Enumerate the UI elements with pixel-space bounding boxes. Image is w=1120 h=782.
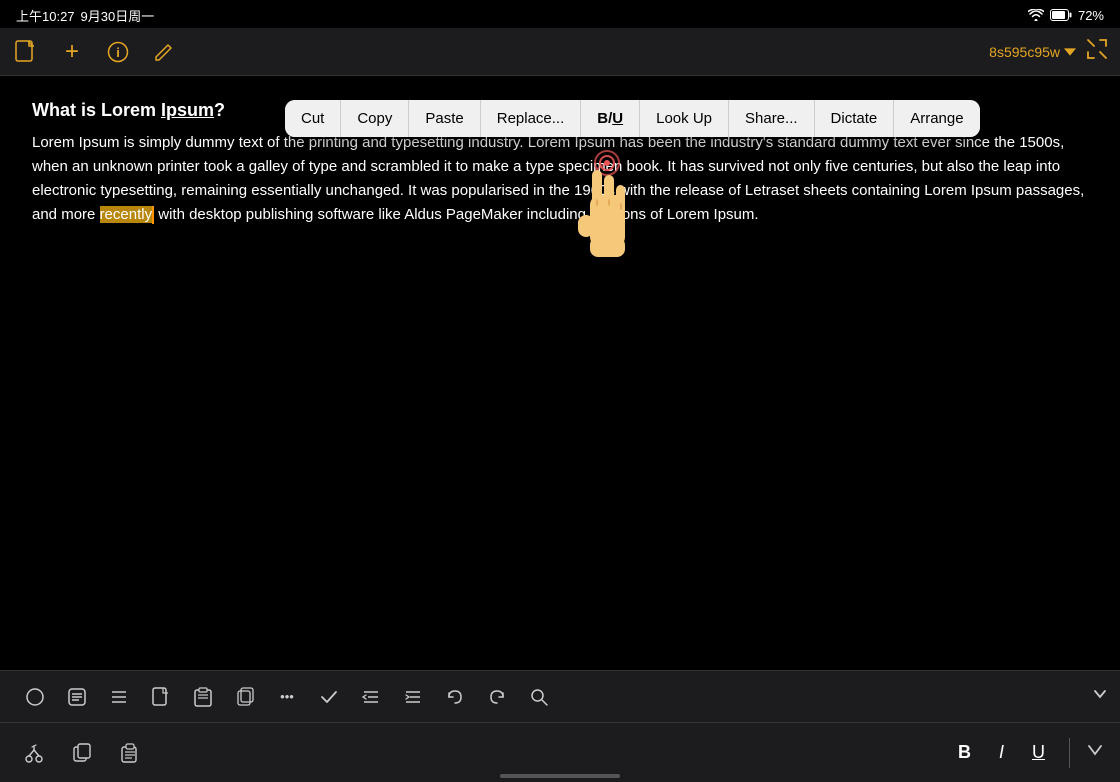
context-menu-replace[interactable]: Replace... — [481, 100, 582, 137]
edit-icon[interactable] — [150, 38, 178, 66]
fullscreen-icon — [1086, 38, 1108, 60]
context-menu-bold-underline[interactable]: B/U — [581, 100, 640, 137]
title-underlined: Ipsum — [161, 100, 214, 120]
context-menu-cut[interactable]: Cut — [285, 100, 341, 137]
toolbar-right-tools: 8s595c95w — [989, 38, 1108, 65]
search-icon[interactable] — [520, 678, 558, 716]
new-doc-icon[interactable] — [12, 38, 40, 66]
footer-paste-icon[interactable] — [112, 735, 148, 771]
context-menu: Cut Copy Paste Replace... B/U Look Up Sh… — [285, 100, 980, 137]
content-area: What is Lorem Ipsum? Lorem Ipsum is simp… — [0, 76, 1120, 656]
checkbox-icon[interactable] — [58, 678, 96, 716]
add-icon[interactable]: + — [58, 38, 86, 66]
info-icon[interactable]: i — [104, 38, 132, 66]
check-icon[interactable] — [310, 678, 348, 716]
document-body[interactable]: Lorem Ipsum is simply dummy text of the … — [32, 131, 1088, 227]
fullscreen-button[interactable] — [1086, 38, 1108, 65]
toolbar-expand-button[interactable] — [1092, 685, 1108, 708]
redo-icon[interactable] — [478, 678, 516, 716]
doc-id-button[interactable]: 8s595c95w — [989, 44, 1076, 60]
status-bar: 上午10:27 9月30日周一 72% — [0, 0, 1120, 28]
highlighted-word: recently — [100, 206, 153, 223]
indent-increase-icon[interactable] — [394, 678, 432, 716]
time-display: 上午10:27 — [16, 6, 75, 25]
status-bar-right: 72% — [1028, 8, 1104, 23]
text-cursor — [152, 206, 154, 224]
context-menu-arrange[interactable]: Arrange — [894, 100, 979, 137]
doc-id-label: 8s595c95w — [989, 44, 1060, 60]
italic-button[interactable]: I — [991, 738, 1012, 767]
wifi-icon — [1028, 9, 1044, 21]
list-icon[interactable] — [100, 678, 138, 716]
top-toolbar: + i 8s595c95w — [0, 28, 1120, 76]
indent-decrease-icon[interactable] — [352, 678, 390, 716]
toolbar-left-tools: + i — [12, 38, 178, 66]
doc-dropdown-icon — [1064, 46, 1076, 58]
footer-bar: B I U — [0, 722, 1120, 782]
bottom-toolbar: ••• — [0, 670, 1120, 722]
date-display: 9月30日周一 — [81, 6, 155, 25]
underline-button[interactable]: U — [1024, 738, 1053, 767]
context-menu-paste[interactable]: Paste — [409, 100, 480, 137]
context-menu-lookup[interactable]: Look Up — [640, 100, 729, 137]
footer-divider — [1069, 738, 1070, 768]
more-icon[interactable]: ••• — [268, 678, 306, 716]
context-menu-share[interactable]: Share... — [729, 100, 815, 137]
footer-copy-icon[interactable] — [64, 735, 100, 771]
page-icon[interactable] — [142, 678, 180, 716]
footer-right: B I U — [950, 738, 1104, 768]
footer-chevron-down[interactable] — [1086, 741, 1104, 764]
battery-level: 72% — [1078, 8, 1104, 23]
footer-left — [16, 735, 148, 771]
copy-overlay-icon[interactable] — [226, 678, 264, 716]
bullet-icon[interactable] — [16, 678, 54, 716]
status-bar-left: 上午10:27 9月30日周一 — [16, 6, 154, 25]
svg-text:i: i — [116, 45, 120, 60]
bold-button[interactable]: B — [950, 738, 979, 767]
undo-icon[interactable] — [436, 678, 474, 716]
footer-cut-icon[interactable] — [16, 735, 52, 771]
context-menu-dictate[interactable]: Dictate — [815, 100, 895, 137]
clipboard-icon[interactable] — [184, 678, 222, 716]
context-menu-copy[interactable]: Copy — [341, 100, 409, 137]
home-indicator — [500, 774, 620, 778]
battery-icon — [1050, 9, 1072, 21]
